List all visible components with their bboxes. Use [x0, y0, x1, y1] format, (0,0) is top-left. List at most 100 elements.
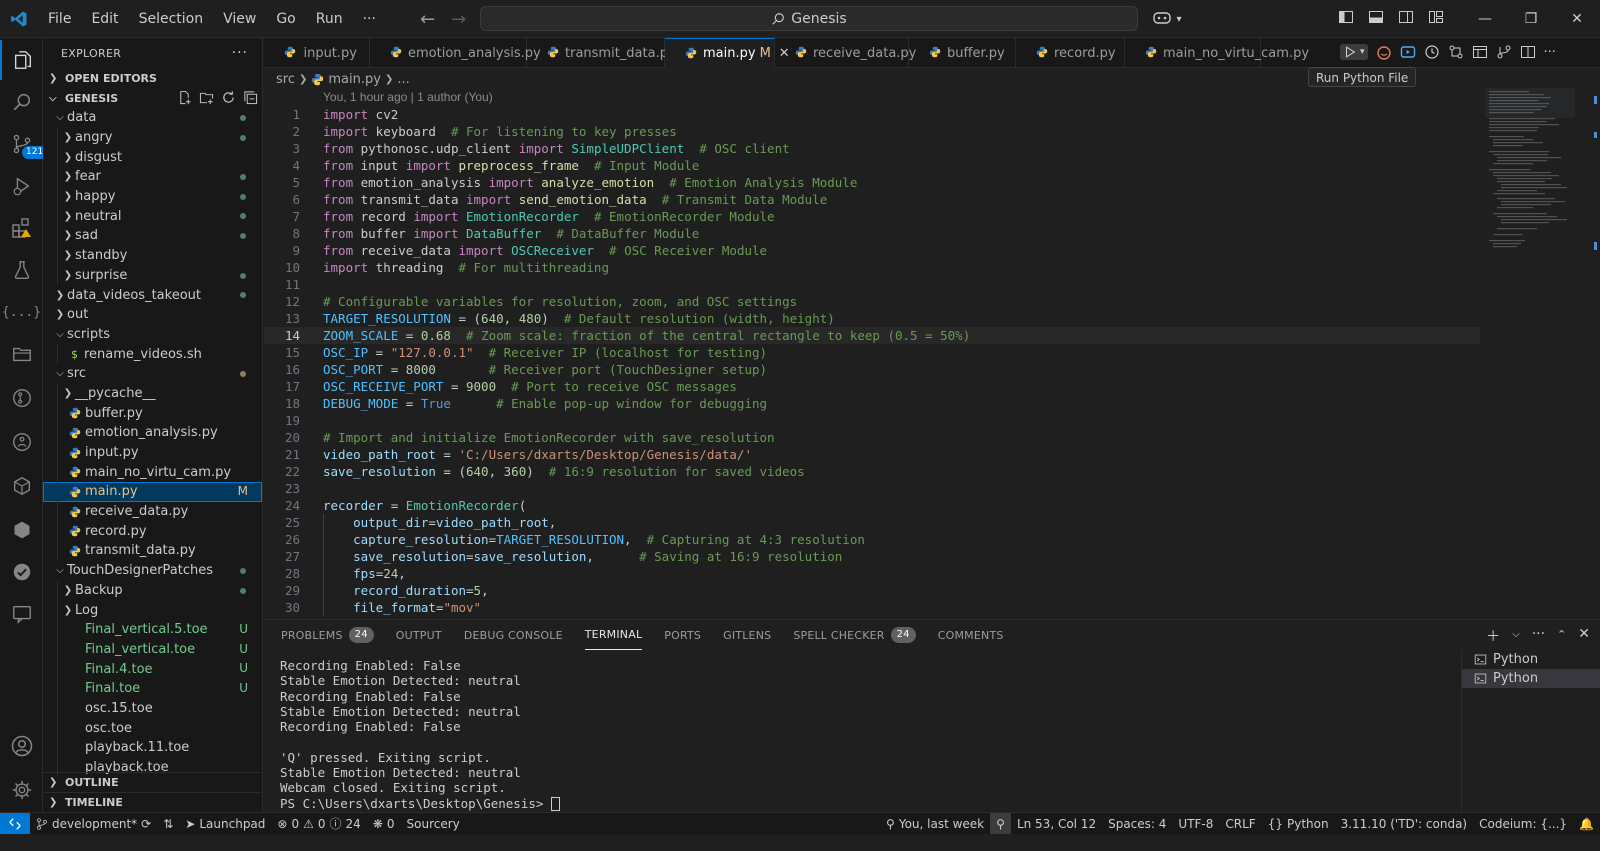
tree-item[interactable]: osc.15.toe — [43, 698, 262, 719]
ports-item[interactable]: ❋ 0 — [367, 813, 401, 835]
editor-tab[interactable]: emotion_analysis.py — [370, 38, 541, 68]
python-interpreter[interactable]: 3.11.10 ('TD': conda) — [1335, 813, 1474, 835]
git-blame-item[interactable]: ⚲ You, last week — [880, 813, 990, 835]
compare-changes-icon[interactable] — [1448, 44, 1464, 60]
breadcrumb-symbols[interactable]: ... — [397, 72, 409, 87]
check-circle-icon[interactable] — [0, 552, 43, 592]
chat-icon[interactable] — [0, 594, 43, 634]
open-changes-icon[interactable] — [1472, 44, 1488, 60]
source-control-icon[interactable]: 121 — [0, 124, 48, 164]
open-editors-section[interactable]: ❯ OPEN EDITORS — [43, 68, 262, 88]
tree-item[interactable]: ❯ sad — [43, 226, 262, 246]
editor-tab[interactable]: receive_data.py — [775, 38, 916, 68]
menu-item[interactable]: ··· — [353, 0, 386, 38]
sourcery-item[interactable]: Sourcery — [401, 813, 466, 835]
toggle-panel-icon[interactable] — [1368, 9, 1384, 25]
menu-item[interactable]: Selection — [129, 0, 214, 38]
editor-tab[interactable]: transmit_data.py — [527, 38, 676, 68]
explorer-icon[interactable] — [0, 40, 43, 80]
terminal-dropdown-icon[interactable]: ⌵ — [1512, 626, 1520, 646]
codelens-blame[interactable]: You, 1 hour ago | 1 author (You) — [323, 90, 493, 106]
editor-tab[interactable]: record.py — [1016, 38, 1125, 68]
json-braces-icon[interactable]: {...} — [0, 292, 43, 332]
search-icon[interactable] — [0, 82, 43, 122]
settings-gear-icon[interactable] — [0, 770, 43, 810]
copilot-icon[interactable]: ▾ — [1152, 9, 1181, 29]
tree-item[interactable]: ❯ data_videos_takeout — [43, 285, 262, 305]
vertical-scrollbar[interactable] — [1588, 90, 1600, 618]
new-terminal-icon[interactable]: ＋ — [1486, 626, 1500, 646]
new-folder-icon[interactable] — [199, 90, 214, 105]
tree-item[interactable]: osc.toe — [43, 718, 262, 738]
tree-item[interactable]: ❯ surprise — [43, 265, 262, 286]
docker-icon[interactable] — [0, 422, 43, 462]
menu-item[interactable]: File — [38, 0, 81, 38]
tree-item[interactable]: main.py M — [43, 482, 262, 502]
tree-item[interactable]: ❯ standby — [43, 245, 262, 266]
terminal-output[interactable]: Recording Enabled: False Stable Emotion D… — [280, 658, 1460, 811]
restore-icon[interactable]: ❐ — [1508, 0, 1554, 38]
panel-tab[interactable]: PORTS — [664, 620, 701, 650]
panel-tab[interactable]: DEBUG CONSOLE — [464, 620, 563, 650]
tree-item[interactable]: ⌵ scripts — [43, 325, 262, 345]
back-arrow-icon[interactable]: ← — [420, 9, 435, 30]
run-python-file-icon[interactable]: ▾ — [1340, 44, 1368, 60]
tree-item[interactable]: playback.11.toe — [43, 738, 262, 758]
tree-item[interactable]: transmit_data.py — [43, 541, 262, 561]
gitlens-icon[interactable] — [0, 378, 43, 418]
breadcrumb-file[interactable]: main.py — [328, 72, 381, 87]
menu-item[interactable]: Go — [266, 0, 305, 38]
tree-item[interactable]: ❯ __pycache__ — [43, 383, 262, 404]
command-center-search[interactable]: Genesis — [480, 6, 1138, 31]
editor-tab[interactable]: buffer.py — [909, 38, 1016, 68]
more-actions-icon[interactable]: ··· — [232, 45, 248, 61]
git-compare-item[interactable]: ⇅ — [157, 813, 179, 835]
minimap[interactable] — [1485, 88, 1575, 268]
terminal-instance[interactable]: Python — [1462, 650, 1600, 669]
panel-tab[interactable]: TERMINAL — [584, 620, 643, 650]
menu-item[interactable]: View — [213, 0, 266, 38]
tree-item[interactable]: ❯ disgust — [43, 147, 262, 168]
editor-more-icon[interactable]: ··· — [1544, 45, 1556, 60]
timeline-section[interactable]: ❯ TIMELINE — [43, 792, 262, 812]
terminal-instance[interactable]: Python — [1462, 669, 1600, 688]
tree-item[interactable]: ⌵ data — [43, 108, 262, 128]
close-window-icon[interactable]: ✕ — [1554, 0, 1600, 38]
tree-item[interactable]: record.py — [43, 521, 262, 542]
cursor-position[interactable]: Ln 53, Col 12 — [1011, 813, 1102, 835]
remote-explorer-icon[interactable] — [0, 466, 43, 506]
editor-tab[interactable]: main_no_virtu_cam.py — [1125, 38, 1309, 68]
panel-tab[interactable]: GITLENS — [723, 620, 771, 650]
tree-item[interactable]: ⌵ TouchDesignerPatches — [43, 561, 262, 581]
outline-section[interactable]: ❯ OUTLINE — [43, 772, 262, 792]
editor-tab[interactable]: input.py — [264, 38, 370, 68]
language-mode[interactable]: {} Python — [1262, 813, 1335, 835]
tree-item[interactable]: buffer.py — [43, 403, 262, 423]
panel-tab[interactable]: SPELL CHECKER 24 — [793, 620, 916, 650]
refresh-icon[interactable] — [221, 90, 236, 105]
codeium-face-icon[interactable] — [1376, 44, 1392, 60]
folder-icon[interactable] — [0, 334, 43, 374]
collapse-all-icon[interactable] — [243, 90, 258, 105]
tree-item[interactable]: ❯ Log — [43, 600, 262, 620]
menu-item[interactable]: Edit — [81, 0, 128, 38]
account-icon[interactable] — [0, 726, 43, 766]
toggle-sidebar-icon[interactable] — [1338, 9, 1354, 25]
split-editor-icon[interactable] — [1520, 44, 1536, 60]
hexagon-extension-icon[interactable] — [0, 510, 43, 550]
tree-item[interactable]: ❯ fear — [43, 167, 262, 187]
preview-icon[interactable] — [1400, 44, 1416, 60]
end-of-line[interactable]: CRLF — [1219, 813, 1261, 835]
git-branch[interactable]: development* ⟳ — [30, 813, 157, 835]
panel-tab[interactable]: PROBLEMS 24 — [281, 620, 374, 650]
problems-summary[interactable]: ⊗ 0 ⚠ 0 ⓘ 24 — [271, 813, 366, 835]
tree-item[interactable]: main_no_virtu_cam.py — [43, 462, 262, 483]
tree-item[interactable]: ❯ out — [43, 305, 262, 325]
panel-more-icon[interactable]: ··· — [1532, 626, 1545, 646]
git-graph-icon[interactable] — [1496, 44, 1512, 60]
remote-indicator-icon[interactable] — [0, 812, 30, 835]
toggle-secondary-sidebar-icon[interactable] — [1398, 9, 1414, 25]
tree-item[interactable]: ❯ neutral — [43, 206, 262, 227]
new-file-icon[interactable] — [177, 90, 192, 105]
panel-tab[interactable]: OUTPUT — [396, 620, 442, 650]
